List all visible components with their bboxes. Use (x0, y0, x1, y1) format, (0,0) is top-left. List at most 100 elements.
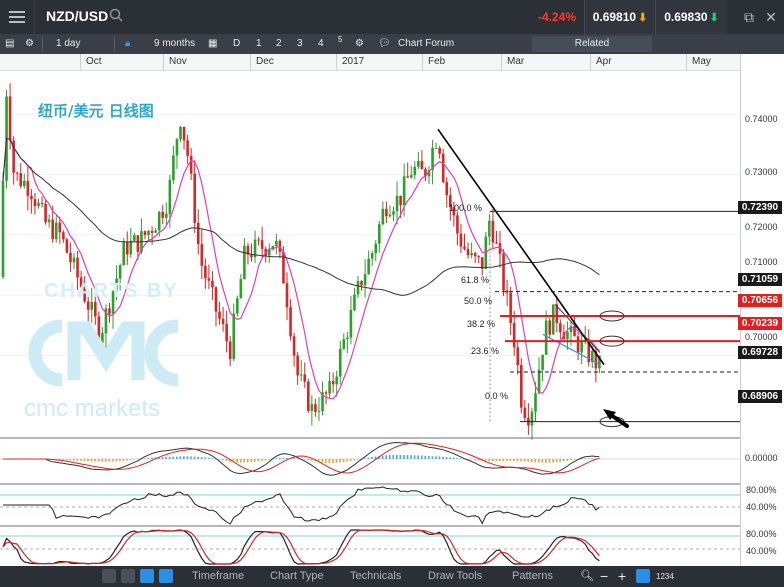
calendar-icon[interactable]: ▦ (208, 34, 217, 54)
zoom-level[interactable]: 1234 (656, 566, 674, 587)
down-arrow-icon: ⬇ (638, 11, 648, 24)
technicals-menu[interactable]: Technicals (350, 566, 401, 587)
timeframe-menu[interactable]: Timeframe (192, 566, 244, 587)
macd-bar (246, 459, 249, 463)
candle (523, 407, 527, 419)
bottom-toolbar: Timeframe Chart Type Technicals Draw Too… (0, 566, 784, 587)
price-flag: 0.71059 (738, 273, 782, 286)
macd-bar (108, 459, 111, 462)
close-icon[interactable]: ✕ (762, 8, 780, 26)
macd-bar (534, 459, 537, 463)
buy-price: 0.69830 (664, 10, 708, 24)
candle (360, 281, 363, 286)
magnet-icon[interactable] (159, 569, 173, 583)
macd-bar (392, 454, 395, 459)
zoom-out-icon[interactable]: − (600, 566, 608, 587)
candle (207, 278, 211, 281)
macd-bar (144, 458, 146, 459)
macd-bar (559, 459, 561, 462)
crosshair-icon[interactable] (636, 569, 650, 583)
buy-price-button[interactable]: 0.69830 ⬇ (655, 0, 727, 34)
candle (342, 339, 346, 349)
candle (175, 139, 179, 156)
patterns-menu[interactable]: Patterns (512, 566, 553, 587)
macd-bar (97, 459, 100, 462)
interval-select[interactable]: 1 day (56, 34, 80, 54)
gear-icon[interactable]: ⚙ (355, 34, 364, 54)
candle (218, 311, 221, 319)
related-button[interactable]: Related (532, 36, 652, 52)
candle (221, 318, 225, 325)
candle (72, 257, 76, 263)
sell-price: 0.69810 (592, 10, 637, 24)
lock-icon[interactable]: 🔒︎ (125, 34, 130, 54)
candle (317, 411, 321, 413)
candle (275, 240, 278, 247)
layout-button-1[interactable]: 1 (256, 34, 262, 54)
no-icon[interactable] (121, 569, 135, 583)
layout-icon[interactable]: ▤ (5, 34, 14, 54)
macd-bar (257, 459, 260, 462)
macd-bar (349, 459, 352, 462)
macd-signal-line (3, 442, 600, 474)
draw-tools-menu[interactable]: Draw Tools (428, 566, 482, 587)
symbol-label[interactable]: NZD/USD (46, 8, 108, 24)
macd-bar (200, 457, 203, 459)
macd-bar (342, 459, 345, 463)
price-flag: 0.68906 (738, 390, 782, 403)
candle (58, 222, 62, 233)
macd-bar (491, 459, 494, 462)
chart-type-menu[interactable]: Chart Type (270, 566, 324, 587)
macd-bar (222, 459, 224, 461)
zoom-icon[interactable]: 🔍︎ (580, 566, 594, 587)
stoch-k-line (2, 529, 600, 565)
macd-bar (587, 458, 590, 459)
macd-bar (239, 459, 242, 463)
candle (143, 231, 147, 236)
popout-icon[interactable]: ⧉ (740, 8, 758, 26)
layout-button-3[interactable]: 3 (297, 34, 303, 54)
candle (157, 212, 161, 231)
candle (136, 235, 140, 252)
down-arrow-icon: ⬇ (709, 11, 719, 24)
candle (370, 253, 374, 259)
macd-bar (516, 459, 519, 462)
price-chart[interactable] (0, 54, 784, 566)
chart-forum-button[interactable]: Chart Forum (398, 34, 454, 54)
macd-bar (530, 459, 533, 463)
macd-bar (207, 457, 210, 459)
candle (445, 182, 449, 196)
candle (331, 381, 335, 385)
search-icon[interactable] (109, 8, 123, 22)
layout-button-2[interactable]: 2 (276, 34, 282, 54)
macd-bar (545, 459, 547, 463)
macd-bar (406, 454, 409, 459)
layout-button-4[interactable]: 4 (318, 34, 324, 54)
gear-icon[interactable]: ⚙ (25, 34, 34, 54)
candle (129, 240, 133, 255)
price-change: -4.24% (538, 10, 577, 24)
macd-bar (396, 454, 398, 459)
macd-bar (243, 459, 245, 463)
rsi-label: 80.00% (746, 485, 777, 495)
candle (516, 347, 520, 366)
macd-bar (346, 459, 348, 462)
pencil-icon[interactable] (140, 569, 154, 583)
refresh-icon[interactable] (102, 569, 116, 583)
candle (349, 309, 353, 338)
sell-price-button[interactable]: 0.69810 ⬇ (584, 0, 655, 34)
macd-bar (101, 459, 103, 462)
macd-bar (325, 459, 327, 463)
range-select[interactable]: 9 months (154, 34, 195, 54)
layout-button-5[interactable]: 5 (338, 30, 342, 50)
zoom-in-icon[interactable]: + (618, 566, 626, 587)
candle (228, 341, 232, 360)
day-button[interactable]: D (233, 34, 240, 54)
macd-zero-label: 0.00000 (745, 453, 778, 463)
menu-icon[interactable] (0, 0, 35, 34)
macd-bar (513, 459, 515, 462)
candle (335, 376, 338, 385)
macd-bar (566, 459, 569, 461)
candle (399, 195, 402, 206)
chat-icon[interactable]: 💬︎ (378, 34, 391, 54)
